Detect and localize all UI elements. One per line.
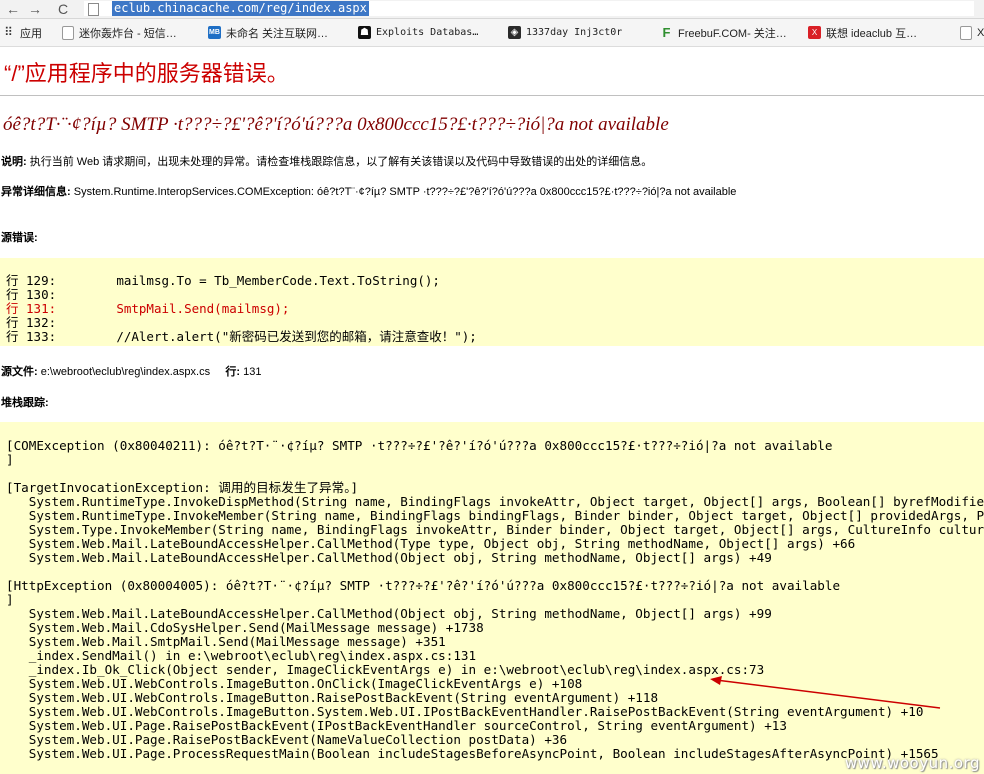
url-text[interactable]: eclub.chinacache.com/reg/index.aspx <box>112 1 369 16</box>
stack-line: System.Web.UI.Page.RaisePostBackEvent(IP… <box>6 718 787 733</box>
code-line: 行 132: <box>6 315 57 330</box>
freebuf-icon: F <box>662 25 671 40</box>
stack-line: System.Web.UI.WebControls.ImageButton.On… <box>6 676 583 691</box>
bookmark-1337day[interactable]: ◈ 1337day Inj3ct0r <box>508 19 622 46</box>
address-bar: ← → C eclub.chinacache.com/reg/index.asp… <box>0 0 984 19</box>
apps-grid-icon: ⠿ <box>4 25 13 39</box>
lenovo-icon: X <box>808 26 821 39</box>
stack-line: System.Web.Mail.LateBoundAccessHelper.Ca… <box>6 606 772 621</box>
stack-line: [HttpException (0x80004005): óê?t?T·¨·¢?… <box>6 578 841 593</box>
mb-icon: MB <box>208 26 221 39</box>
stack-line: _index.SendMail() in e:\webroot\eclub\re… <box>6 648 477 663</box>
page-icon <box>960 25 972 40</box>
page-title: “/”应用程序中的服务器错误。 <box>4 61 289 86</box>
url-field[interactable]: eclub.chinacache.com/reg/index.aspx <box>84 1 974 16</box>
bookmark-freebuf[interactable]: F FreebuF.COM- 关注… <box>660 19 787 46</box>
stack-trace-label: 堆栈跟踪: <box>1 397 49 409</box>
exception-details: 异常详细信息: System.Runtime.InteropServices.C… <box>1 183 736 199</box>
source-error-label: 源错误: <box>1 232 38 244</box>
stack-line: System.Web.UI.Page.ProcessRequestMain(Bo… <box>6 746 939 761</box>
bookmarks-bar: ⠿ 应用 迷你轰炸台 - 短信… MB 未命名 关注互联网… ☗ Exploit… <box>0 19 984 47</box>
source-file-label: 源文件: <box>1 366 38 378</box>
stack-line: System.Web.Mail.LateBoundAccessHelper.Ca… <box>6 550 772 565</box>
bookmark-sms[interactable]: 迷你轰炸台 - 短信… <box>62 19 177 46</box>
page-icon <box>62 25 74 40</box>
stack-trace-box: [COMException (0x80040211): óê?t?T·¨·¢?í… <box>0 422 984 774</box>
stack-line: System.Type.InvokeMember(String name, Bi… <box>6 522 984 537</box>
exception-text: System.Runtime.InteropServices.COMExcept… <box>70 186 737 198</box>
stack-line: ] <box>6 452 14 467</box>
page-icon <box>88 3 99 16</box>
description-label: 说明: <box>1 156 27 168</box>
watermark: www.wooyun.org <box>844 754 980 772</box>
description-text: 执行当前 Web 请求期间，出现未处理的异常。请检查堆栈跟踪信息，以了解有关该错… <box>26 156 653 168</box>
error-heading: óê?t?T·¨·¢?íµ? SMTP ·t???÷?£'?ê?'í?ó'ú??… <box>3 114 669 135</box>
code-line: 行 130: <box>6 287 57 302</box>
1337-icon: ◈ <box>508 26 521 39</box>
stack-line: System.RuntimeType.InvokeMember(String n… <box>28 508 984 523</box>
forward-arrow-icon[interactable]: → <box>24 0 46 18</box>
stack-line: [COMException (0x80040211): óê?t?T·¨·¢?í… <box>6 438 833 453</box>
reload-icon[interactable]: C <box>52 0 74 18</box>
stack-line: System.Web.UI.Page.RaisePostBackEvent(Na… <box>6 732 568 747</box>
bookmark-lenovo[interactable]: X 联想 ideaclub 互… <box>808 19 917 46</box>
stack-line: [TargetInvocationException: 调用的目标发生了异常。] <box>6 480 359 495</box>
source-code-box: 行 129: mailmsg.To = Tb_MemberCode.Text.T… <box>0 258 984 346</box>
source-file-info: 源文件: e:\webroot\eclub\reg\index.aspx.cs … <box>1 363 261 379</box>
stack-line: System.Web.Mail.SmtpMail.Send(MailMessag… <box>6 634 446 649</box>
divider <box>0 95 984 96</box>
description: 说明: 执行当前 Web 请求期间，出现未处理的异常。请检查堆栈跟踪信息，以了解… <box>1 153 652 169</box>
bookmark-exploits-db[interactable]: ☗ Exploits Databas… <box>358 19 478 46</box>
line-number: 131 <box>240 366 262 378</box>
code-line: 行 133: //Alert.alert("新密码已发送到您的邮箱，请注意查收！… <box>6 329 477 344</box>
source-file-path: e:\webroot\eclub\reg\index.aspx.cs <box>37 366 211 378</box>
stack-line: System.Web.UI.WebControls.ImageButton.Ra… <box>6 690 659 705</box>
back-arrow-icon[interactable]: ← <box>2 0 24 18</box>
stack-line: System.RuntimeType.InvokeDispMethod(Stri… <box>28 494 984 509</box>
code-line: 行 129: mailmsg.To = Tb_MemberCode.Text.T… <box>6 273 440 288</box>
stack-line: _index.Ib_Ok_Click(Object sender, ImageC… <box>6 662 765 677</box>
stack-line: System.Web.Mail.CdoSysHelper.Send(MailMe… <box>6 620 484 635</box>
bookmark-more[interactable]: X <box>960 19 984 46</box>
code-line-highlighted: 行 131: SmtpMail.Send(mailmsg); <box>6 301 290 316</box>
exploits-icon: ☗ <box>358 26 371 39</box>
stack-line: ] <box>6 592 14 607</box>
bookmark-unnamed[interactable]: MB 未命名 关注互联网… <box>208 19 328 46</box>
line-label: 行: <box>225 366 241 378</box>
stack-line: System.Web.Mail.LateBoundAccessHelper.Ca… <box>6 536 856 551</box>
stack-line: System.Web.UI.WebControls.ImageButton.Sy… <box>6 704 924 719</box>
bookmark-apps[interactable]: ⠿ 应用 <box>2 19 42 46</box>
exception-label: 异常详细信息: <box>1 186 71 198</box>
